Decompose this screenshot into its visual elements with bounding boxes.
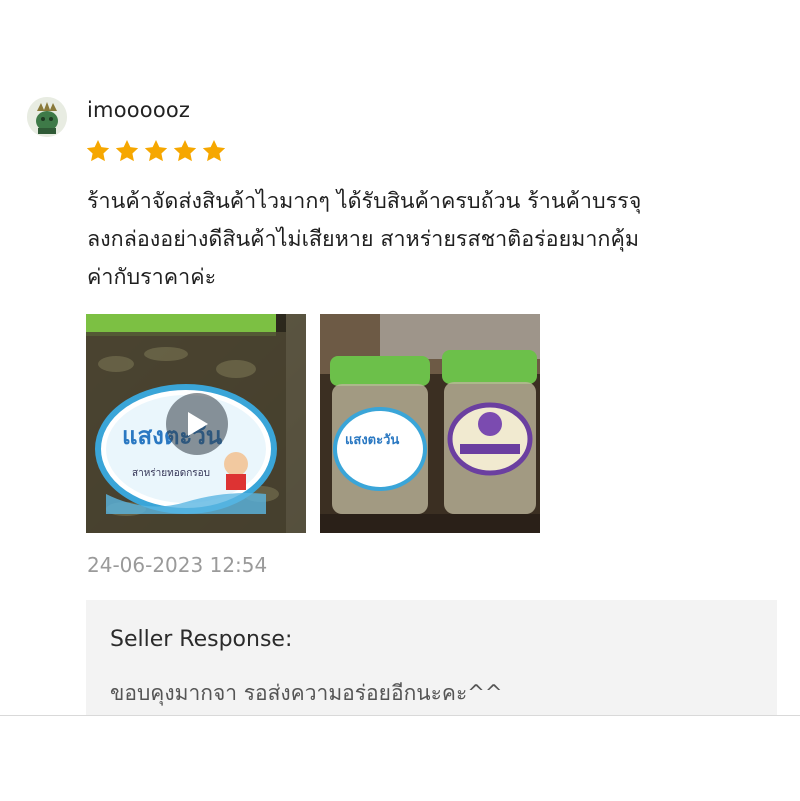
star-icon (173, 139, 197, 162)
review-text: ร้านค้าจัดส่งสินค้าไวมากๆ ได้รับสินค้าคร… (87, 183, 787, 297)
star-icon (115, 139, 139, 162)
avatar-image (27, 97, 67, 137)
review-timestamp: 24-06-2023 12:54 (87, 553, 268, 577)
seller-response-title: Seller Response: (110, 627, 293, 652)
review-text-line: ค่ากับราคาค่ะ (87, 265, 217, 290)
star-icon (86, 139, 110, 162)
username[interactable]: imoooooz (87, 98, 190, 122)
review-text-line: ร้านค้าจัดส่งสินค้าไวมากๆ ได้รับสินค้าคร… (87, 189, 642, 214)
avatar[interactable] (27, 97, 67, 137)
star-icon (202, 139, 226, 162)
star-rating (85, 138, 227, 168)
jar-label-text: แสงตะวัน (345, 433, 399, 448)
jar-label-subtext: สาหร่ายทอดกรอบ (132, 468, 210, 479)
review-video-thumbnail[interactable]: แสงตะวัน สาหร่ายทอดกรอบ (86, 314, 306, 533)
star-icon (144, 139, 168, 162)
review-photo[interactable]: แสงตะวัน (320, 314, 540, 533)
play-icon (188, 412, 208, 436)
review-text-line: ลงกล่องอย่างดีสินค้าไม่เสียหาย สาหร่ายรส… (87, 227, 639, 252)
seller-response-text: ขอบคุงมากจา รอส่งความอร่อยอีกนะคะ^^ (110, 681, 503, 705)
video-play-button[interactable] (166, 393, 228, 455)
section-divider (0, 715, 800, 801)
